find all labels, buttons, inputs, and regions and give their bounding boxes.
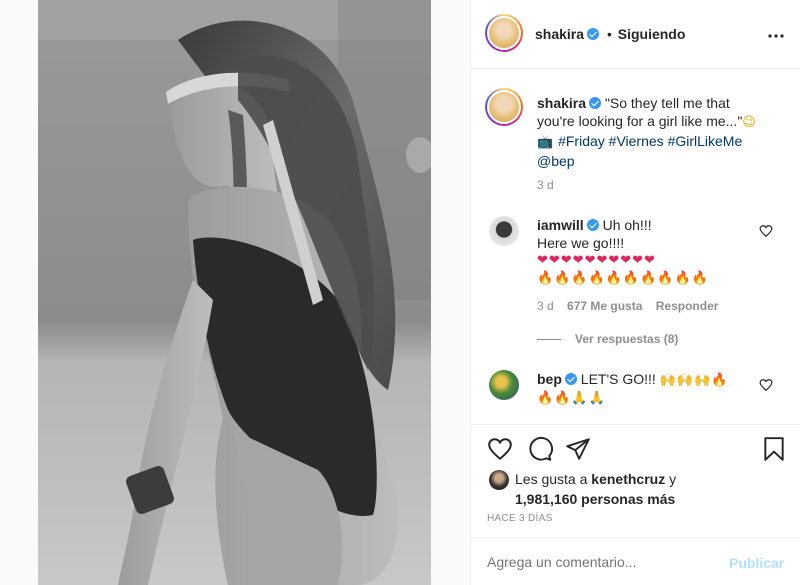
comment-avatar[interactable] <box>489 216 519 246</box>
comment-input[interactable] <box>487 550 707 574</box>
wink-emoji: 😉 <box>742 115 757 130</box>
more-horizontal-icon[interactable] <box>767 28 785 42</box>
caption-time[interactable]: 3 d <box>537 178 554 192</box>
caption-avatar <box>489 92 519 122</box>
post-photo[interactable] <box>38 0 431 585</box>
comment-hearts: ❤❤❤❤❤❤❤❤❤❤ <box>537 253 656 268</box>
header-divider <box>471 68 800 69</box>
bookmark-icon[interactable] <box>761 436 787 462</box>
verified-badge-icon <box>586 219 599 231</box>
hashtag-link[interactable]: #GirlLikeMe <box>668 133 743 149</box>
comment-emoji-line2: 🔥🔥🙏🙏 <box>537 391 606 406</box>
caption-line1: "So they tell me that <box>604 95 730 111</box>
caption-text: shakira "So they tell me that you're loo… <box>537 94 787 170</box>
comment-likes-count[interactable]: 677 Me gusta <box>567 299 642 313</box>
comment-reply-button[interactable]: Responder <box>656 299 719 313</box>
comment-line1: Uh oh!!! <box>602 217 652 233</box>
publish-button[interactable]: Publicar <box>729 555 784 571</box>
mention-link[interactable]: @bep <box>537 153 575 169</box>
comment-line2: Here we go!!!! <box>537 235 625 251</box>
comment-text: LET'S GO!!! <box>580 371 656 387</box>
post-side-panel: shakira • Siguiendo shakira "So they tel… <box>470 0 800 585</box>
tv-emoji: 📺 <box>537 135 555 150</box>
likes-joiner: y <box>669 471 677 487</box>
header-user: shakira • Siguiendo <box>535 26 685 42</box>
likes-count[interactable]: 1,981,160 personas más <box>515 490 765 508</box>
follow-status-button[interactable]: Siguiendo <box>618 26 686 42</box>
comment-fires: 🔥🔥🔥🔥🔥🔥🔥🔥🔥🔥 <box>537 271 709 286</box>
comment-icon[interactable] <box>527 436 553 462</box>
header-avatar-ring[interactable] <box>485 14 523 52</box>
header-username[interactable]: shakira <box>535 26 584 42</box>
caption-line2: you're looking for a girl like me..." <box>537 113 743 129</box>
comment-box-divider <box>471 537 800 538</box>
heart-icon[interactable] <box>487 436 513 462</box>
liker-username[interactable]: kenethcruz <box>591 471 665 487</box>
comment-item: bep LET'S GO!!! 🙌🙌🙌🔥 🔥🔥🙏🙏 <box>537 370 752 408</box>
caption-username[interactable]: shakira <box>537 95 586 111</box>
actions-divider <box>471 424 800 425</box>
post-timestamp[interactable]: HACE 3 DÍAS <box>487 513 553 524</box>
hashtag-link[interactable]: #Friday <box>558 133 605 149</box>
comment-meta: 3 d 677 Me gusta Responder <box>537 299 718 313</box>
comment-like-heart-icon[interactable] <box>759 224 773 238</box>
comment-username[interactable]: bep <box>537 371 562 387</box>
comment-username[interactable]: iamwill <box>537 217 584 233</box>
post-photo-illustration <box>38 0 431 585</box>
comment-item: iamwill Uh oh!!! Here we go!!!! ❤❤❤❤❤❤❤❤… <box>537 216 767 288</box>
view-replies-button[interactable]: Ver respuestas (8) <box>575 332 678 346</box>
comment-time[interactable]: 3 d <box>537 299 554 313</box>
liker-avatar[interactable] <box>489 470 509 490</box>
likes-summary: Les gusta a kenethcruz y 1,981,160 perso… <box>515 470 765 508</box>
view-replies-line <box>537 339 561 340</box>
share-icon[interactable] <box>565 436 591 462</box>
comment-like-heart-icon[interactable] <box>759 378 773 392</box>
comment-emoji-line1: 🙌🙌🙌🔥 <box>659 373 729 388</box>
verified-badge-icon <box>589 97 602 109</box>
header-separator: • <box>606 26 612 42</box>
verified-badge-icon <box>587 28 600 40</box>
verified-badge-icon <box>564 373 577 385</box>
left-gutter <box>0 0 38 585</box>
header-avatar <box>489 18 519 48</box>
likes-prefix: Les gusta a <box>515 471 588 487</box>
comment-avatar[interactable] <box>489 370 519 400</box>
hashtag-link[interactable]: #Viernes <box>609 133 664 149</box>
caption-avatar-ring[interactable] <box>485 88 523 126</box>
